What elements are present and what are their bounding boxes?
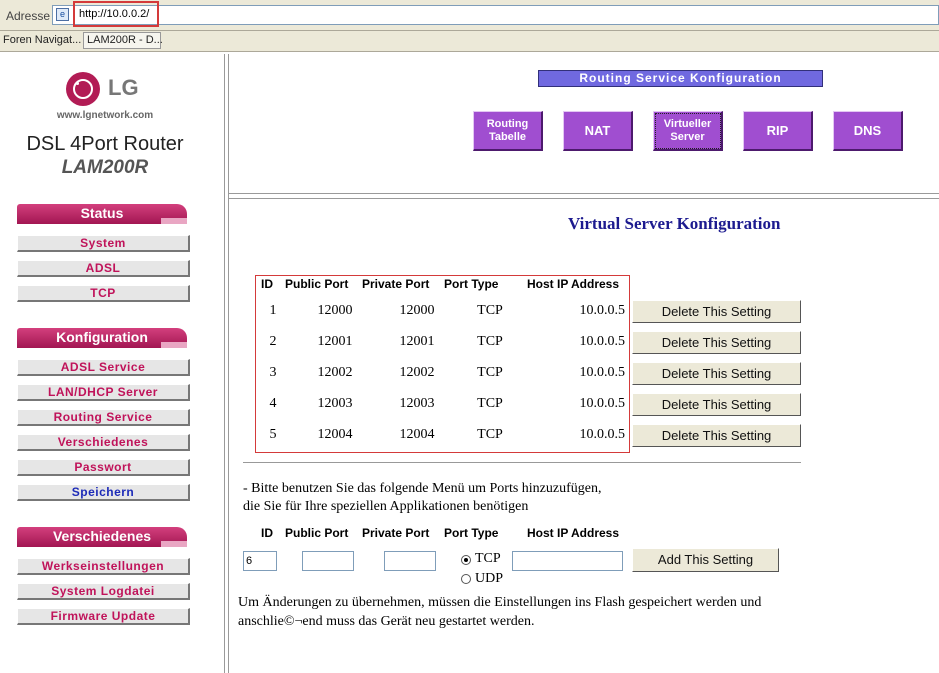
routing-tabelle-button[interactable]: Routing Tabelle (473, 111, 543, 151)
header-private-port: Private Port (362, 277, 430, 291)
row-public-port: 12001 (317, 334, 353, 349)
note-text-1: Um Änderungen zu übernehmen, müssen die … (238, 595, 762, 610)
udp-radio[interactable] (461, 574, 471, 584)
public-port-input[interactable] (302, 551, 354, 571)
virtueller-server-button[interactable]: Virtueller Server (653, 111, 723, 151)
row-host-ip: 10.0.0.5 (579, 427, 626, 442)
form-header-port-type: Port Type (444, 526, 499, 540)
tcp-label: TCP (475, 551, 501, 566)
row-id: 4 (269, 396, 277, 411)
row-id: 1 (269, 303, 277, 318)
row-private-port: 12000 (399, 303, 435, 318)
rip-button[interactable]: RIP (743, 111, 813, 151)
routing-service-title: Routing Service Konfiguration (538, 70, 823, 87)
row-id: 2 (269, 334, 277, 349)
nav-adsl[interactable]: ADSL (17, 260, 190, 277)
info-text-2: die Sie für Ihre speziellen Applikatione… (243, 499, 529, 514)
note-text-2: anschlie©¬end muss das Gerät neu gestart… (238, 614, 535, 629)
row-port-type: TCP (477, 365, 503, 380)
form-header-private-port: Private Port (362, 526, 430, 540)
section-status: Status (17, 204, 187, 224)
header-host-ip: Host IP Address (527, 277, 620, 291)
tab-foren-navigator[interactable]: Foren Navigat... (0, 32, 84, 49)
tcp-radio[interactable] (461, 555, 471, 565)
nav-lan-dhcp-server[interactable]: LAN/DHCP Server (17, 384, 190, 401)
nav-verschiedenes[interactable]: Verschiedenes (17, 434, 190, 451)
udp-label: UDP (475, 571, 504, 586)
delete-setting-button[interactable]: Delete This Setting (632, 331, 801, 354)
delete-setting-button[interactable]: Delete This Setting (632, 362, 801, 385)
row-host-ip: 10.0.0.5 (579, 365, 626, 380)
tab-bar: Foren Navigat... LAM200R - D... (0, 31, 939, 52)
address-field[interactable]: e http://10.0.0.2/ (52, 1, 939, 27)
add-setting-button[interactable]: Add This Setting (632, 548, 779, 572)
row-public-port: 12004 (317, 427, 353, 442)
delete-setting-button[interactable]: Delete This Setting (632, 300, 801, 323)
row-private-port: 12001 (399, 334, 435, 349)
nav-system-logdatei[interactable]: System Logdatei (17, 583, 190, 600)
private-port-input[interactable] (384, 551, 436, 571)
header-port-type: Port Type (444, 277, 499, 291)
divider (243, 462, 801, 464)
row-host-ip: 10.0.0.5 (579, 303, 626, 318)
tab-lam200r[interactable]: LAM200R - D... (83, 32, 163, 49)
delete-setting-button[interactable]: Delete This Setting (632, 424, 801, 447)
form-header-host-ip: Host IP Address (527, 526, 620, 540)
row-id: 5 (269, 427, 277, 442)
row-id: 3 (269, 365, 277, 380)
address-label: Adresse (6, 9, 51, 23)
row-private-port: 12004 (399, 427, 435, 442)
row-private-port: 12002 (399, 365, 435, 380)
row-port-type: TCP (477, 396, 503, 411)
info-text-1: - Bitte benutzen Sie das folgende Menü u… (243, 481, 602, 496)
page-icon: e (56, 8, 69, 21)
product-model: LAM200R (61, 157, 149, 178)
frame-divider-horizontal[interactable] (229, 193, 939, 199)
row-host-ip: 10.0.0.5 (579, 334, 626, 349)
nav-routing-service[interactable]: Routing Service (17, 409, 190, 426)
form-header-id: ID (261, 526, 273, 540)
nav-speichern[interactable]: Speichern (17, 484, 190, 501)
product-name: DSL 4Port Router (26, 133, 184, 155)
row-port-type: TCP (477, 303, 503, 318)
row-port-type: TCP (477, 334, 503, 349)
frame-divider-vertical[interactable] (224, 54, 229, 673)
nav-adsl-service[interactable]: ADSL Service (17, 359, 190, 376)
logo-text: LG (108, 75, 139, 100)
address-bar: Adresse e http://10.0.0.2/ (0, 0, 939, 31)
nav-firmware-update[interactable]: Firmware Update (17, 608, 190, 625)
row-private-port: 12003 (399, 396, 435, 411)
id-input[interactable]: 6 (243, 551, 277, 571)
row-public-port: 12002 (317, 365, 353, 380)
row-port-type: TCP (477, 427, 503, 442)
nav-werkseinstellungen[interactable]: Werkseinstellungen (17, 558, 190, 575)
nav-passwort[interactable]: Passwort (17, 459, 190, 476)
nat-button[interactable]: NAT (563, 111, 633, 151)
page-title: Virtual Server Konfiguration (568, 214, 781, 233)
delete-setting-button[interactable]: Delete This Setting (632, 393, 801, 416)
form-header-public-port: Public Port (285, 526, 349, 540)
nav-tcp[interactable]: TCP (17, 285, 190, 302)
lg-logo-icon (66, 72, 100, 106)
brand-website: www.lgnetwork.com (56, 110, 154, 121)
header-id: ID (261, 277, 273, 291)
host-ip-input[interactable] (512, 551, 623, 571)
dns-button[interactable]: DNS (833, 111, 903, 151)
row-public-port: 12003 (317, 396, 353, 411)
row-public-port: 12000 (317, 303, 353, 318)
nav-system[interactable]: System (17, 235, 190, 252)
header-public-port: Public Port (285, 277, 349, 291)
section-verschiedenes: Verschiedenes (17, 527, 187, 547)
url-text[interactable]: http://10.0.0.2/ (73, 1, 159, 27)
row-host-ip: 10.0.0.5 (579, 396, 626, 411)
section-konfiguration: Konfiguration (17, 328, 187, 348)
